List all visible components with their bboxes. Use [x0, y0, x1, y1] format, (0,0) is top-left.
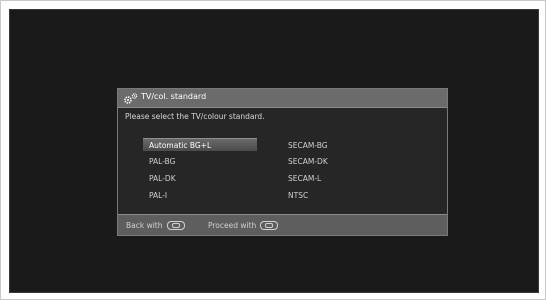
option-pal-bg[interactable]: PAL-BG: [149, 155, 175, 168]
option-pal-i[interactable]: PAL-I: [149, 189, 167, 202]
option-secam-bg[interactable]: SECAM-BG: [288, 139, 328, 152]
tv-standard-dialog: TV/col. standard Please select the TV/co…: [117, 88, 448, 236]
forward-button-icon: [260, 221, 279, 230]
tv-frame: TV/col. standard Please select the TV/co…: [0, 0, 546, 300]
back-button-icon: [166, 221, 185, 230]
dialog-header: TV/col. standard: [118, 89, 447, 107]
option-secam-l[interactable]: SECAM-L: [288, 172, 321, 185]
option-ntsc[interactable]: NTSC: [288, 189, 308, 202]
option-pal-dk[interactable]: PAL-DK: [149, 172, 176, 185]
back-hint[interactable]: Back with: [126, 221, 185, 230]
back-label: Back with: [126, 221, 163, 230]
dialog-footer: Back with Proceed with: [118, 215, 447, 236]
dialog-prompt: Please select the TV/colour standard.: [125, 112, 265, 121]
dialog-body: Please select the TV/colour standard. Au…: [118, 107, 447, 215]
tv-screen: TV/col. standard Please select the TV/co…: [9, 9, 539, 293]
proceed-hint[interactable]: Proceed with: [208, 221, 279, 230]
dialog-title: TV/col. standard: [141, 92, 207, 101]
option-secam-dk[interactable]: SECAM-DK: [288, 155, 328, 168]
option-automatic-bg-l[interactable]: Automatic BG+L: [143, 138, 257, 151]
gear-icon: [123, 91, 139, 105]
proceed-label: Proceed with: [208, 221, 257, 230]
